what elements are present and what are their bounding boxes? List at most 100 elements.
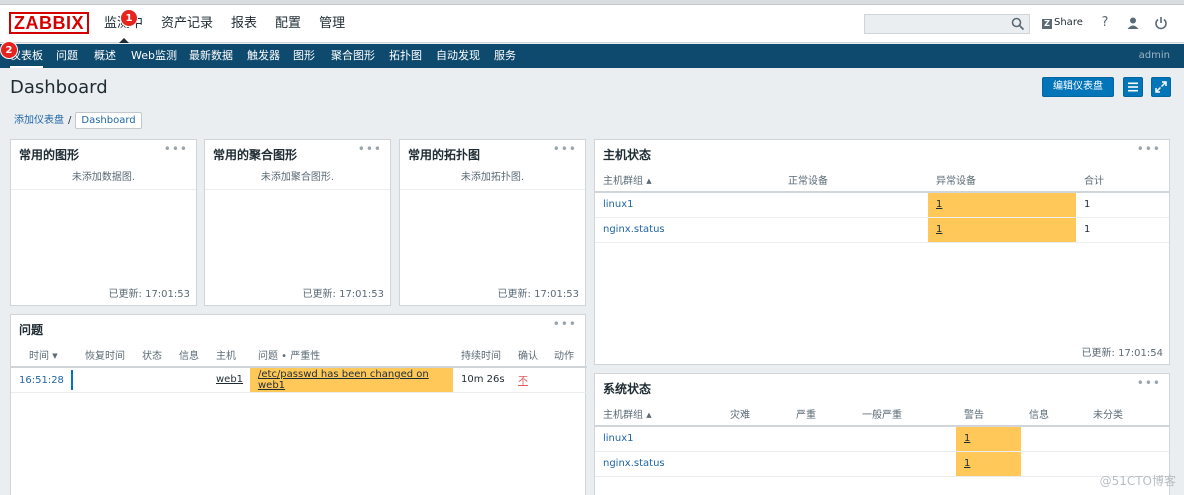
- fullscreen-icon: [1155, 81, 1167, 93]
- column-header-host-group[interactable]: 主机群组 ▲: [595, 168, 780, 193]
- timeline-marker: [71, 369, 74, 390]
- updated-time: 已更新: 17:01:53: [302, 289, 384, 300]
- subnav-overview[interactable]: 概述: [94, 44, 116, 68]
- warning-count[interactable]: 1: [956, 426, 1021, 452]
- disaster-count: [722, 426, 788, 452]
- widget-problems: 问题 ••• 时间 ▼ 恢复时间 状态 信息 主机 问题 • 严重性 持续时间 …: [10, 314, 587, 495]
- search-icon[interactable]: [1011, 17, 1025, 31]
- column-header-average: 一般严重: [854, 402, 956, 427]
- warning-count[interactable]: 1: [956, 451, 1021, 477]
- high-count: [788, 426, 854, 452]
- column-header-recovery: 恢复时间: [77, 343, 134, 368]
- host-group-name[interactable]: linux1: [595, 192, 780, 218]
- column-header-warning: 警告: [956, 402, 1021, 427]
- subnav-web[interactable]: Web监测: [131, 44, 177, 68]
- edit-dashboard-button[interactable]: 编辑仪表盘: [1042, 77, 1114, 97]
- user-profile-icon[interactable]: [1126, 16, 1140, 30]
- column-header-not-classified: 未分类: [1085, 402, 1169, 427]
- widget-menu-icon[interactable]: •••: [1137, 143, 1161, 155]
- host-problem-count[interactable]: 1: [928, 192, 1076, 218]
- problem-duration: 10m 26s: [453, 367, 510, 393]
- help-icon[interactable]: ?: [1098, 16, 1112, 30]
- column-header-host-group[interactable]: 主机群组 ▲: [595, 402, 722, 427]
- annotation-badge-2: 2: [0, 41, 18, 59]
- top-header: ZABBIX 监测中 资产记录 报表 配置 管理 ZShare ?: [0, 5, 1184, 43]
- empty-message: 未添加聚合图形.: [205, 166, 390, 190]
- subnav-latest-data[interactable]: 最新数据: [189, 44, 233, 68]
- widget-header: 系统状态 •••: [595, 374, 1169, 400]
- widget-title: 常用的拓扑图: [408, 148, 481, 162]
- subnav-problems[interactable]: 问题: [56, 44, 78, 68]
- subnav-services[interactable]: 服务: [494, 44, 516, 68]
- column-header-duration: 持续时间: [453, 343, 510, 368]
- sign-out-icon[interactable]: [1154, 16, 1168, 30]
- host-group-name[interactable]: nginx.status: [595, 217, 780, 243]
- widget-menu-icon[interactable]: •••: [1137, 377, 1161, 389]
- column-header-actions: 动作: [546, 343, 587, 368]
- top-menu-administration[interactable]: 管理: [319, 5, 345, 43]
- problem-host[interactable]: web1: [208, 367, 250, 393]
- breadcrumb-add-dashboard[interactable]: 添加仪表盘: [14, 115, 64, 126]
- problem-time[interactable]: 16:51:28: [11, 367, 77, 393]
- column-header-host: 主机: [208, 343, 250, 368]
- widget-menu-icon[interactable]: •••: [358, 143, 382, 155]
- problem-ack[interactable]: 不: [510, 367, 546, 393]
- average-count: [854, 451, 956, 477]
- list-icon: [1128, 82, 1138, 92]
- subnav-graphs[interactable]: 图形: [293, 44, 315, 68]
- sort-desc-icon: ▼: [52, 352, 58, 360]
- fullscreen-button[interactable]: [1151, 77, 1171, 97]
- column-header-information: 信息: [1021, 402, 1085, 427]
- column-header-with-problems: 异常设备: [928, 168, 1076, 193]
- widget-title: 问题: [19, 323, 44, 337]
- annotation-badge-1: 1: [120, 9, 138, 27]
- top-menu-inventory[interactable]: 资产记录: [161, 5, 213, 43]
- column-header-total: 合计: [1076, 168, 1169, 193]
- widget-system-status: 系统状态 ••• 主机群组 ▲ 灾难 严重 一般严重 警告 信息 未分类 lin…: [594, 373, 1170, 495]
- system-group-name[interactable]: nginx.status: [595, 451, 722, 477]
- page-scrollbar[interactable]: [1173, 69, 1184, 495]
- column-header-disaster: 灾难: [722, 402, 788, 427]
- system-group-name[interactable]: linux1: [595, 426, 722, 452]
- widget-menu-icon[interactable]: •••: [164, 143, 188, 155]
- top-menu-configuration[interactable]: 配置: [275, 5, 301, 43]
- widget-title: 常用的聚合图形: [213, 148, 298, 162]
- subnav-maps[interactable]: 拓扑图: [389, 44, 422, 68]
- sort-asc-icon: ▲: [646, 411, 652, 419]
- table-row: nginx.status 1: [595, 451, 1169, 477]
- table-row: linux1 1: [595, 426, 1169, 452]
- column-header-ok: 正常设备: [780, 168, 928, 193]
- widget-favourite-graphs: 常用的图形 ••• 未添加数据图. 已更新: 17:01:53: [10, 139, 197, 306]
- info-count: [1021, 451, 1085, 477]
- subnav-discovery[interactable]: 自动发现: [436, 44, 480, 68]
- widget-header: 主机状态 •••: [595, 140, 1169, 166]
- column-header-time[interactable]: 时间 ▼: [11, 343, 77, 368]
- host-ok-count: [780, 192, 928, 218]
- not-classified-count: [1085, 426, 1169, 452]
- updated-time: 已更新: 17:01:53: [108, 289, 190, 300]
- top-menu-reports[interactable]: 报表: [231, 5, 257, 43]
- search-input[interactable]: [864, 14, 1030, 34]
- widget-menu-icon[interactable]: •••: [553, 318, 577, 330]
- share-button[interactable]: Z Share: [1042, 17, 1083, 29]
- table-header-row: 时间 ▼ 恢复时间 状态 信息 主机 问题 • 严重性 持续时间 确认 动作: [11, 343, 587, 368]
- widget-host-status: 主机状态 ••• 主机群组 ▲ 正常设备 异常设备 合计 linux1 1 1 …: [594, 139, 1170, 365]
- problem-status: [134, 367, 171, 393]
- widget-title: 常用的图形: [19, 148, 80, 162]
- dashboard-list-button[interactable]: [1123, 77, 1143, 97]
- info-count: [1021, 426, 1085, 452]
- widget-menu-icon[interactable]: •••: [553, 143, 577, 155]
- sub-navigation: 仪表板 问题 概述 Web监测 最新数据 触发器 图形 聚合图形 拓扑图 自动发…: [0, 44, 1184, 68]
- table-row: 16:51:28 web1 /etc/passwd has been chang…: [11, 367, 587, 393]
- zabbix-logo[interactable]: ZABBIX: [9, 12, 89, 34]
- subnav-screens[interactable]: 聚合图形: [331, 44, 375, 68]
- subnav-triggers[interactable]: 触发器: [247, 44, 280, 68]
- host-status-table: 主机群组 ▲ 正常设备 异常设备 合计 linux1 1 1 nginx.sta…: [595, 168, 1169, 243]
- problem-name[interactable]: /etc/passwd has been changed on web1: [250, 367, 453, 393]
- empty-message: 未添加数据图.: [11, 166, 196, 190]
- zabbix-share-icon: Z: [1042, 19, 1052, 29]
- breadcrumb-current[interactable]: Dashboard: [75, 112, 142, 129]
- share-label: Share: [1054, 17, 1083, 28]
- column-header-ack: 确认: [510, 343, 546, 368]
- host-problem-count[interactable]: 1: [928, 217, 1076, 243]
